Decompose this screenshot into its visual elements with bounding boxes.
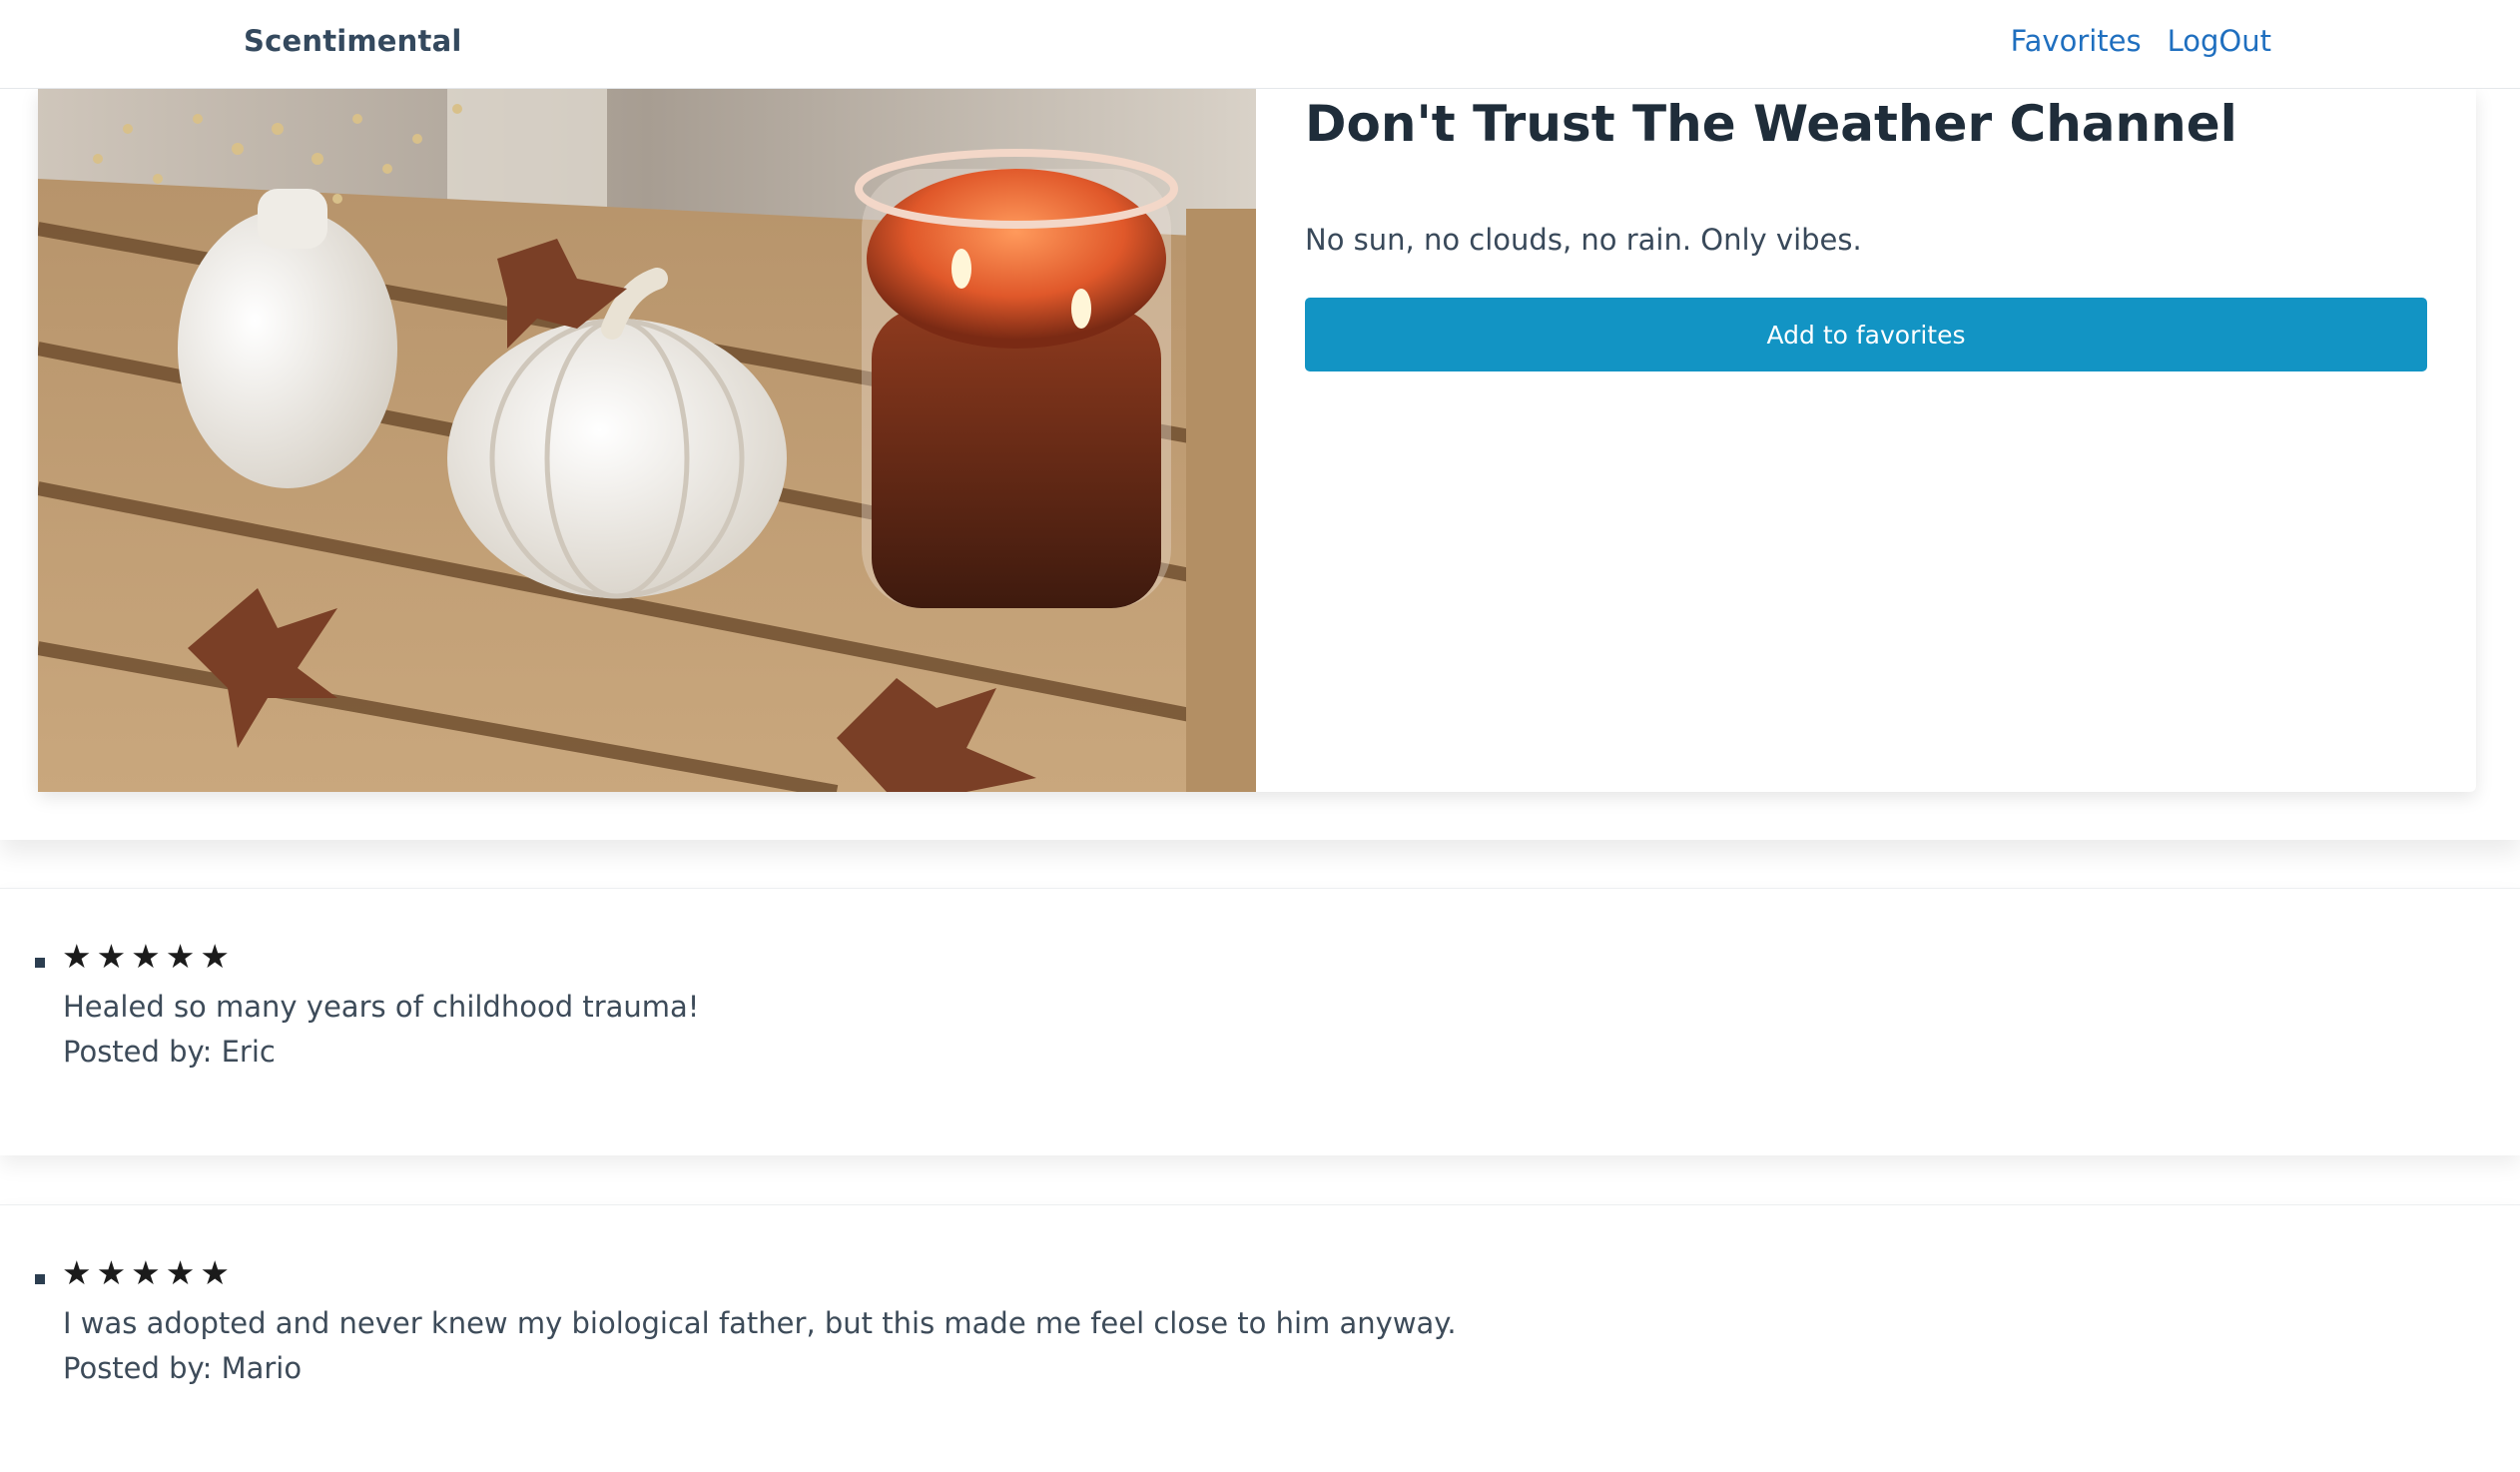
brand-logo-text[interactable]: Scentimental: [244, 24, 462, 58]
review-card: ★★★★★ Healed so many years of childhood …: [0, 888, 2520, 1155]
top-navbar: Scentimental Favorites LogOut: [0, 0, 2520, 89]
star-rating: ★★★★★: [62, 1253, 235, 1292]
nav-links: Favorites LogOut: [2011, 24, 2271, 58]
add-to-favorites-button[interactable]: Add to favorites: [1305, 298, 2427, 371]
review-author: Posted by: Mario: [63, 1351, 303, 1385]
product-card: Don't Trust The Weather Channel No sun, …: [38, 89, 2476, 792]
nav-link-logout[interactable]: LogOut: [2168, 24, 2271, 58]
product-description: No sun, no clouds, no rain. Only vibes.: [1305, 223, 1862, 257]
review-text: I was adopted and never knew my biologic…: [63, 1306, 1457, 1340]
product-image: [38, 89, 1256, 792]
product-title: Don't Trust The Weather Channel: [1305, 95, 2237, 153]
nav-link-favorites[interactable]: Favorites: [2011, 24, 2142, 58]
list-bullet: [35, 1274, 45, 1284]
review-text: Healed so many years of childhood trauma…: [63, 990, 700, 1024]
star-rating: ★★★★★: [62, 937, 235, 976]
review-card: ★★★★★ I was adopted and never knew my bi…: [0, 1204, 2520, 1472]
candle-photo: [38, 89, 1256, 792]
product-section: Don't Trust The Weather Channel No sun, …: [0, 89, 2520, 840]
review-author: Posted by: Eric: [63, 1035, 276, 1069]
list-bullet: [35, 958, 45, 968]
